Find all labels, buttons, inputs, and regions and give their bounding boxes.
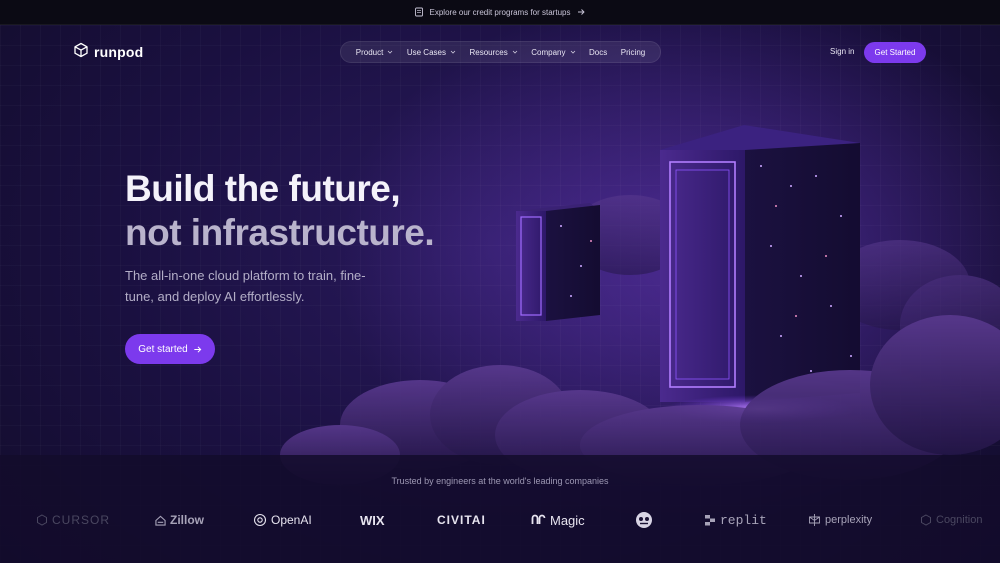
company-logos-strip: CURSOR Zillow OpenAI WIX CIVITAI Magic r…: [0, 507, 1000, 533]
main-nav: runpod Product Use Cases Resources Compa…: [0, 25, 1000, 80]
logo-magic: Magic: [531, 507, 585, 533]
logo-text: OpenAI: [271, 513, 312, 527]
cognition-logo-icon: [921, 514, 931, 526]
logo-perplexity: perplexity: [808, 507, 872, 533]
cta-label: Get started: [138, 343, 188, 355]
cube-logo-icon: [73, 42, 89, 61]
nav-item-label: Use Cases: [406, 47, 446, 57]
document-icon: [414, 7, 424, 17]
arrow-right-icon: [576, 7, 586, 17]
headline-line-1: Build the future,: [125, 168, 401, 209]
announcement-bar[interactable]: Explore our credit programs for startups: [0, 0, 1000, 25]
nav-item-label: Pricing: [620, 47, 646, 57]
hero-section: runpod Product Use Cases Resources Compa…: [0, 25, 1000, 563]
logo-cognition: Cognition: [920, 507, 982, 533]
logo-civitai: CIVITAI: [437, 507, 486, 533]
logo-text: Magic: [550, 512, 585, 528]
logo-cursor: CURSOR: [36, 507, 110, 533]
chevron-down-icon: [450, 50, 456, 54]
cursor-logo-icon: [37, 514, 47, 526]
zillow-logo-icon: [155, 515, 166, 526]
nav-item-pricing[interactable]: Pricing: [621, 48, 645, 57]
announcement-text[interactable]: Explore our credit programs for startups: [430, 8, 571, 17]
nav-item-label: Company: [531, 47, 566, 57]
nav-item-resources[interactable]: Resources: [469, 47, 518, 57]
logo-text: replit: [720, 512, 767, 528]
headline-line-2: not infrastructure.: [125, 212, 435, 253]
logo-text: perplexity: [825, 514, 873, 526]
nav-item-use-cases[interactable]: Use Cases: [407, 48, 456, 57]
get-started-nav-button[interactable]: Get Started: [864, 42, 926, 63]
nav-item-product[interactable]: Product: [356, 48, 394, 57]
chevron-down-icon: [512, 50, 518, 54]
logo-wix: WIX: [360, 507, 385, 533]
logo-text: CIVITAI: [437, 513, 486, 527]
sign-in-link[interactable]: Sign in: [830, 47, 854, 56]
brand-logo[interactable]: runpod: [73, 42, 143, 61]
get-started-hero-button[interactable]: Get started: [125, 334, 215, 364]
logo-mascot: [635, 507, 653, 533]
logo-text: Cognition: [936, 514, 983, 526]
logo-text: Zillow: [170, 513, 204, 527]
nav-item-label: Resources: [469, 47, 508, 57]
trusted-caption: Trusted by engineers at the world's lead…: [391, 476, 609, 486]
nav-item-company[interactable]: Company: [531, 48, 575, 57]
logo-text: WIX: [360, 512, 385, 528]
logo-text: CURSOR: [52, 513, 111, 527]
nav-menu: Product Use Cases Resources Company Docs…: [340, 41, 661, 63]
nav-item-label: Docs: [589, 47, 608, 57]
hero-subtitle: The all-in-one cloud platform to train, …: [125, 268, 366, 304]
openai-logo-icon: [253, 513, 267, 527]
perplexity-logo-icon: [809, 514, 820, 526]
logo-openai: OpenAI: [253, 507, 312, 533]
nav-item-label: Product: [355, 47, 384, 57]
logo-replit: replit: [704, 507, 767, 533]
magic-logo-icon: [531, 514, 546, 524]
mascot-logo-icon: [636, 512, 652, 528]
brand-name: runpod: [94, 43, 144, 60]
logo-zillow: Zillow: [155, 507, 204, 533]
replit-logo-icon: [705, 515, 715, 526]
hero-headline: Build the future, not infrastructure.: [125, 167, 435, 255]
nav-item-docs[interactable]: Docs: [589, 48, 607, 57]
chevron-down-icon: [570, 50, 575, 54]
arrow-right-icon: [194, 345, 202, 353]
chevron-down-icon: [388, 50, 393, 54]
